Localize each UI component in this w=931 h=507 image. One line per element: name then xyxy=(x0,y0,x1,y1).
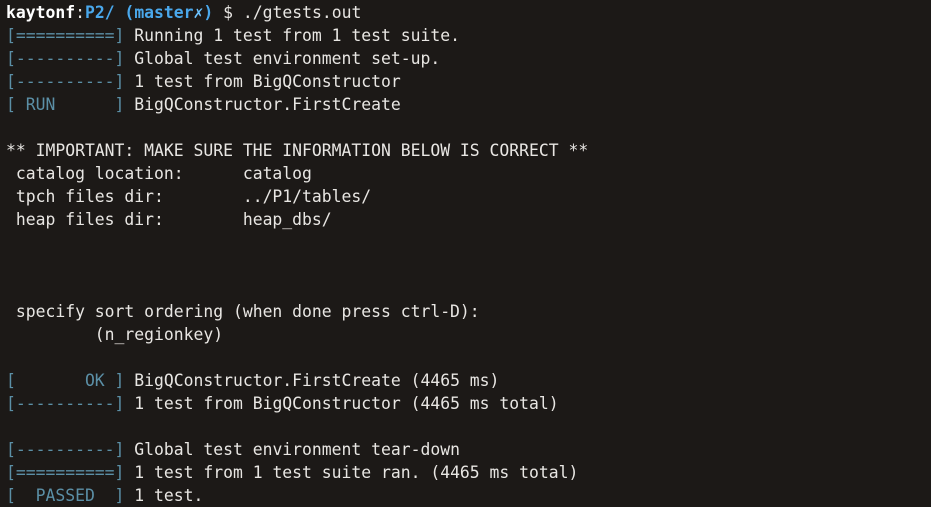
status-tag: [----------] xyxy=(6,72,125,91)
prompt-user: kaytonf xyxy=(6,3,76,22)
prompt-symbol: $ xyxy=(213,3,243,22)
output-line: [----------] Global test environment tea… xyxy=(6,438,931,461)
output-text: ** IMPORTANT: MAKE SURE THE INFORMATION … xyxy=(6,141,589,160)
output-text: 1 test from BigQConstructor (4465 ms tot… xyxy=(124,394,559,413)
status-tag: [ OK ] xyxy=(6,371,125,390)
output-text: 1 test from BigQConstructor xyxy=(124,72,401,91)
output-text: 1 test from 1 test suite ran. (4465 ms t… xyxy=(124,463,579,482)
output-line: [ PASSED ] 1 test. xyxy=(6,484,931,507)
output-line: [ OK ] BigQConstructor.FirstCreate (4465… xyxy=(6,369,931,392)
output-line: [----------] Global test environment set… xyxy=(6,47,931,70)
status-tag: [ PASSED ] xyxy=(6,486,125,505)
shell-prompt-line: kaytonf:P2/ (master✗) $ ./gtests.out xyxy=(6,1,931,24)
prompt-separator: : xyxy=(75,3,85,22)
output-line: (n_regionkey) xyxy=(6,323,931,346)
output-text: heap files dir: heap_dbs/ xyxy=(6,210,332,229)
output-text: Global test environment tear-down xyxy=(124,440,460,459)
prompt-directory: P2/ xyxy=(84,3,115,22)
prompt-dirty-mark: ✗ xyxy=(193,3,204,22)
output-line: heap files dir: heap_dbs/ xyxy=(6,208,931,231)
prompt-branch-close: ) xyxy=(203,3,214,22)
prompt-command: ./gtests.out xyxy=(242,3,362,22)
output-line: [----------] 1 test from BigQConstructor xyxy=(6,70,931,93)
status-tag: [----------] xyxy=(6,440,125,459)
output-text: Running 1 test from 1 test suite. xyxy=(124,26,460,45)
output-line: [==========] Running 1 test from 1 test … xyxy=(6,24,931,47)
status-tag: [ RUN ] xyxy=(6,95,125,114)
status-tag: [==========] xyxy=(6,463,125,482)
output-line: ** IMPORTANT: MAKE SURE THE INFORMATION … xyxy=(6,139,931,162)
prompt-git-branch: master xyxy=(134,3,194,22)
output-line: [ RUN ] BigQConstructor.FirstCreate xyxy=(6,93,931,116)
output-text: Global test environment set-up. xyxy=(124,49,441,68)
status-tag: [----------] xyxy=(6,394,125,413)
output-line: [----------] 1 test from BigQConstructor… xyxy=(6,392,931,415)
prompt-branch-open: ( xyxy=(114,3,135,22)
output-text: catalog location: catalog xyxy=(6,164,312,183)
terminal-window[interactable]: kaytonf:P2/ (master✗) $ ./gtests.out [==… xyxy=(0,0,931,507)
output-text: (n_regionkey) xyxy=(6,325,224,344)
output-line: [==========] 1 test from 1 test suite ra… xyxy=(6,461,931,484)
output-text: BigQConstructor.FirstCreate xyxy=(124,95,401,114)
output-line: specify sort ordering (when done press c… xyxy=(6,300,931,323)
output-line: tpch files dir: ../P1/tables/ xyxy=(6,185,931,208)
output-text: tpch files dir: ../P1/tables/ xyxy=(6,187,372,206)
status-tag: [==========] xyxy=(6,26,125,45)
output-line: catalog location: catalog xyxy=(6,162,931,185)
output-text: BigQConstructor.FirstCreate (4465 ms) xyxy=(124,371,500,390)
status-tag: [----------] xyxy=(6,49,125,68)
output-text: 1 test. xyxy=(124,486,204,505)
output-text: specify sort ordering (when done press c… xyxy=(6,302,480,321)
